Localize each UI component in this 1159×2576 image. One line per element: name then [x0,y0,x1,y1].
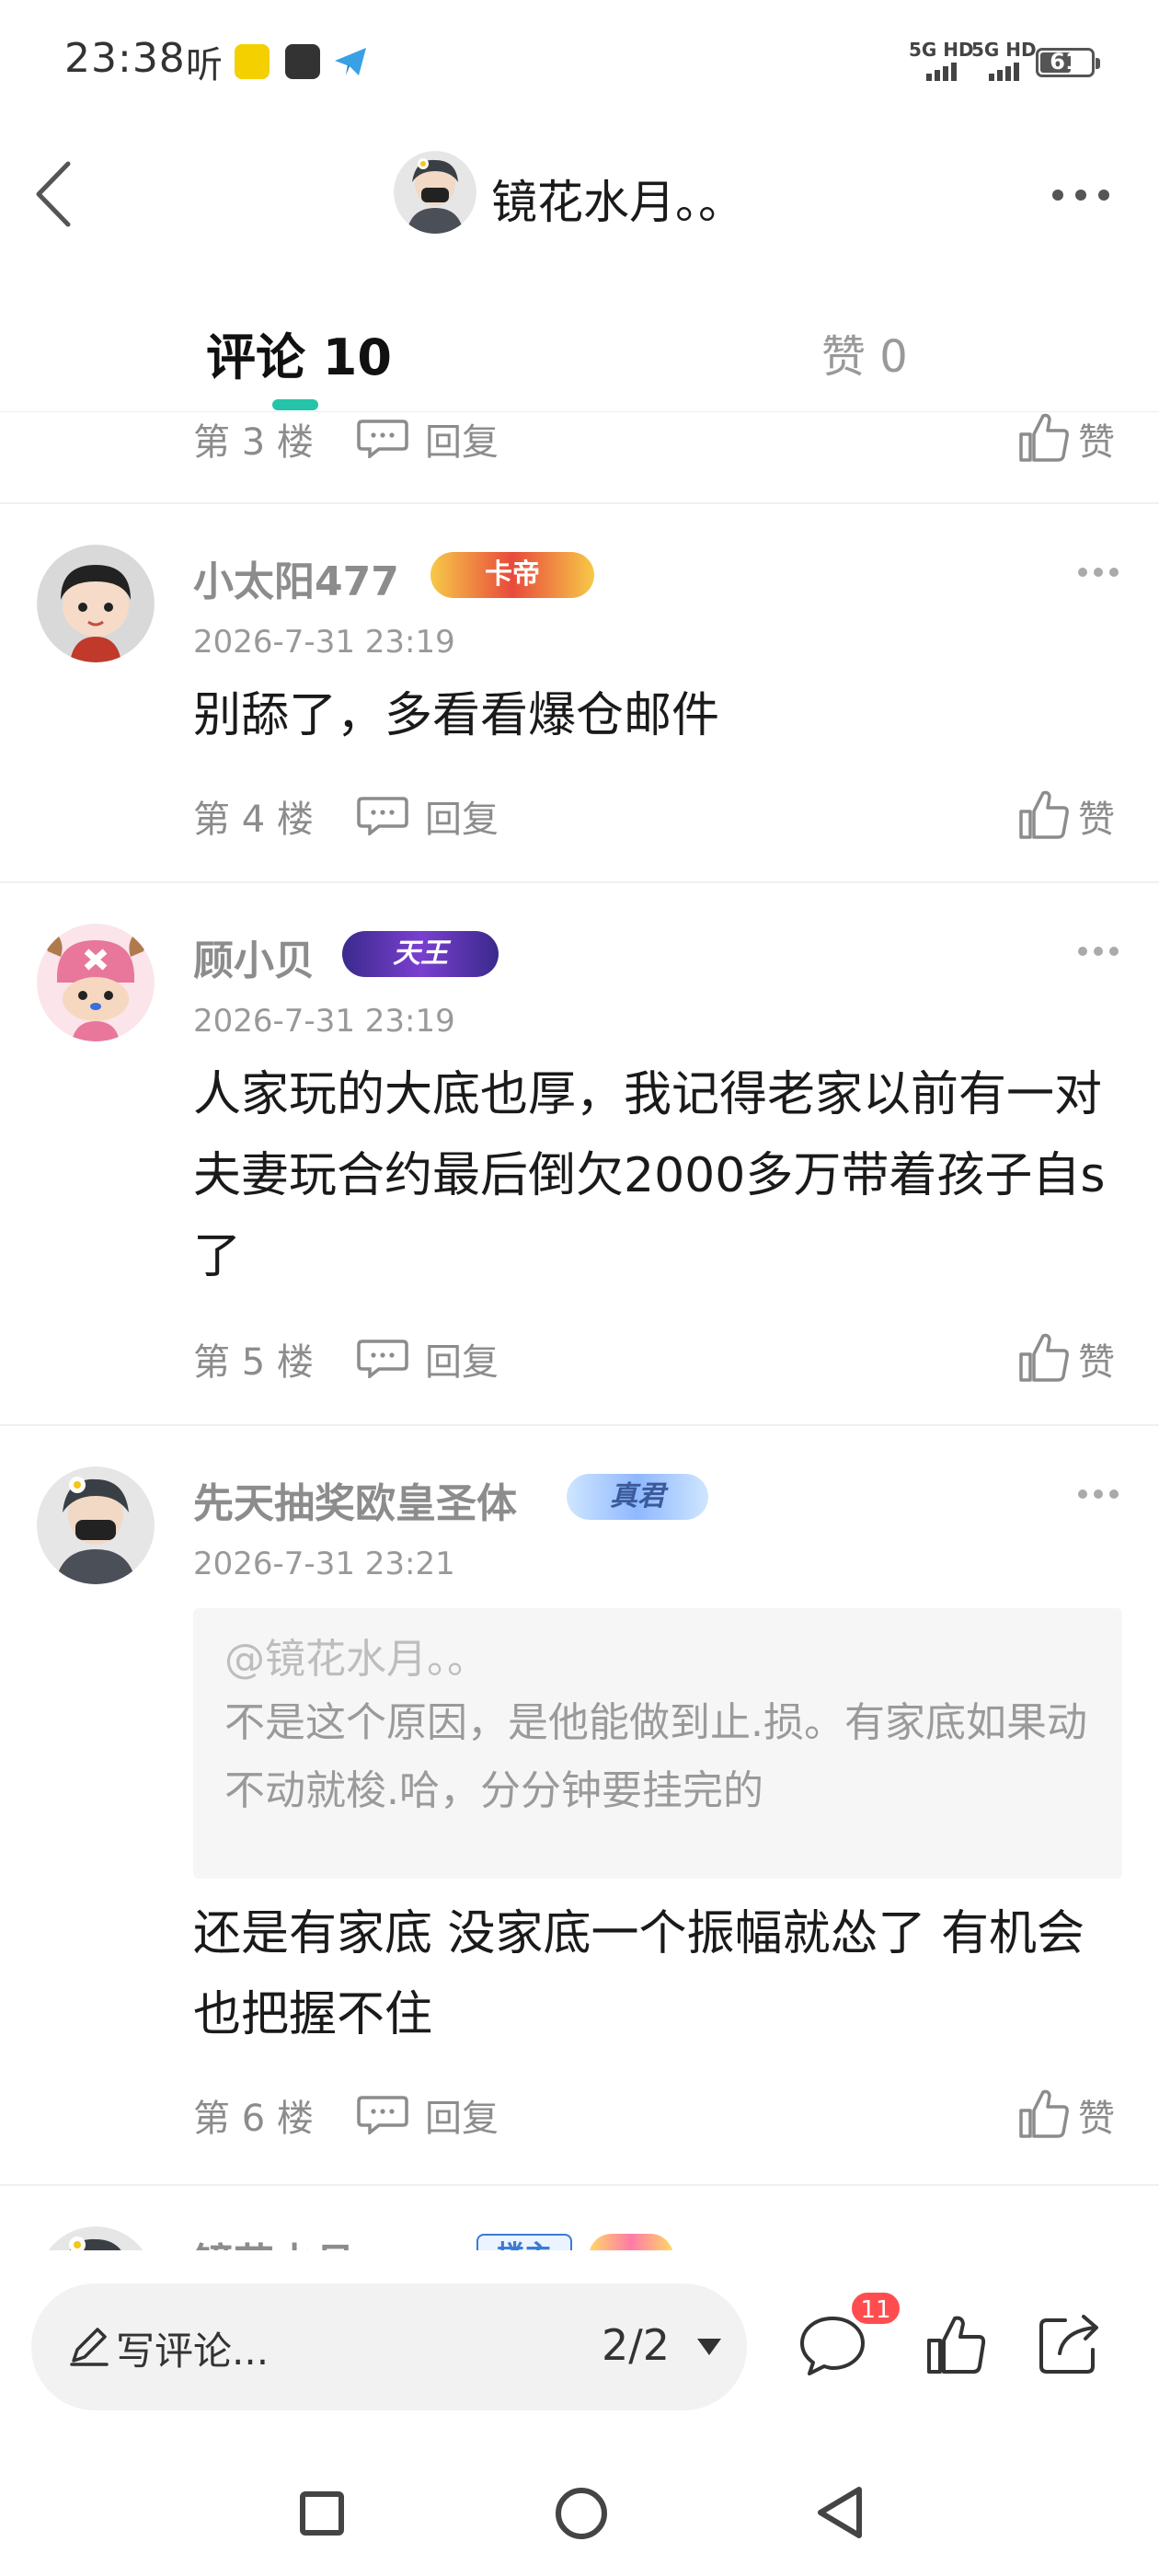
status-bar: 23:38 听 5G HD 5G HD 61 [0,0,1159,124]
username[interactable]: 小太阳477 [193,548,399,607]
floor-number: 第 5 楼 [193,1341,314,1384]
comment-text: 人家玩的大底也厚，我记得老家以前有一对夫妻玩合约最后倒欠2000多万带着孩子自s… [193,1067,1106,1284]
comment-item: 先天抽奖欧皇圣体 真君 2026-7-31 23:21 @镜花水月。。 不是这个… [0,1426,1159,2186]
app-notification-icon [235,44,270,79]
username[interactable]: 顾小贝 [193,927,315,986]
reply-icon[interactable] [357,1338,408,1380]
comment-count-badge: 11 [850,2291,901,2326]
back-triangle-icon[interactable] [813,2484,865,2541]
signal-icon: 5G HD [909,40,974,81]
comment-text: 还是有家底 没家底一个振幅就怂了 有机会也把握不住 [193,1906,1085,2042]
comment-item: 小太阳477 卡帝 2026-7-31 23:19 别舔了，多看看爆仓邮件 第 … [0,504,1159,883]
thumbs-up-icon[interactable] [1017,2087,1071,2140]
like-button[interactable]: 赞 [1078,789,1115,843]
floor-number: 第 6 楼 [193,2098,314,2140]
tab-active-indicator [272,399,318,410]
quoted-comment[interactable]: @镜花水月。。 不是这个原因，是他能做到止.损。有家底如果动不动就梭.哈，分分钟… [193,1608,1122,1879]
comment-text: 别舔了，多看看爆仓邮件 [193,688,720,743]
comment-item: 顾小贝 天王 2026-7-31 23:19 人家玩的大底也厚，我记得老家以前有… [0,883,1159,1426]
avatar[interactable] [37,1466,155,1584]
quote-mention[interactable]: @镜花水月。。 [224,1630,1091,1689]
chevron-left-icon[interactable] [31,160,77,228]
username[interactable]: 先天抽奖欧皇圣体 [193,1470,517,1529]
thumbs-up-icon[interactable] [925,2313,988,2375]
timestamp: 2026-7-31 23:21 [193,1546,455,1582]
recent-apps-icon[interactable] [300,2491,344,2536]
like-button[interactable]: 赞 [1078,412,1115,466]
comment-item: 第 3 楼 回复 赞 [0,412,1159,504]
comment-input[interactable]: 写评论... 2/2 [31,2283,747,2410]
floor-number: 第 4 楼 [193,799,314,841]
comment-more-icon[interactable] [1076,565,1120,578]
floor-number: 第 3 楼 [193,421,314,464]
level-badge: 卡帝 [430,552,594,598]
timestamp: 2026-7-31 23:19 [193,624,455,661]
reply-button[interactable]: 回复 [425,2088,499,2142]
page-indicator[interactable]: 2/2 [602,2320,670,2370]
avatar[interactable] [37,2226,155,2250]
more-horizontal-icon[interactable] [1049,184,1113,206]
listen-indicator: 听 [186,44,223,86]
battery-icon: 61 [1036,48,1100,77]
timestamp: 2026-7-31 23:19 [193,1003,455,1040]
reply-button[interactable]: 回复 [425,412,499,466]
pencil-icon [68,2324,110,2366]
op-badge: 楼主 [476,2234,572,2250]
thumbs-up-icon[interactable] [1017,788,1071,841]
caret-down-icon[interactable] [695,2337,723,2357]
like-button[interactable]: 赞 [1078,1332,1115,1386]
level-badge: 真君 [567,1474,708,1520]
share-icon[interactable] [1038,2311,1102,2375]
reply-icon[interactable] [357,795,408,837]
username[interactable]: 镜花水月 [193,2230,355,2250]
thumbs-up-icon[interactable] [1017,1330,1071,1384]
level-badge [589,2234,673,2250]
bottom-action-bar: 写评论... 2/2 11 [0,2250,1159,2434]
reply-button[interactable]: 回复 [425,789,499,843]
comment-more-icon[interactable] [1076,1487,1120,1500]
reply-button[interactable]: 回复 [425,1332,499,1386]
system-nav-bar [0,2434,1159,2576]
comment-item: 镜花水月 楼主 [0,2186,1159,2250]
avatar[interactable] [37,545,155,662]
like-button[interactable]: 赞 [1078,2088,1115,2142]
quote-text: 不是这个原因，是他能做到止.损。有家底如果动不动就梭.哈，分分钟要挂完的 [224,1699,1087,1814]
signal-icon: 5G HD [971,40,1037,81]
top-nav: 镜花水月。。 [0,138,1159,248]
send-notification-icon [333,44,368,79]
clock: 23:38 [64,35,186,82]
comment-input-placeholder[interactable]: 写评论... [116,2320,269,2376]
level-badge: 天王 [342,931,499,977]
thumbs-up-icon[interactable] [1017,412,1071,464]
tab-likes[interactable]: 赞 0 [821,320,908,385]
comment-list[interactable]: 第 3 楼 回复 赞 小太阳477 卡帝 2026-7-31 23:19 别舔了… [0,412,1159,2250]
tab-bar: 评论 10 赞 0 [0,304,1159,412]
page-title: 镜花水月。。 [491,176,744,229]
comment-bubble-icon[interactable] [798,2315,866,2377]
comment-more-icon[interactable] [1076,944,1120,957]
reply-icon[interactable] [357,2094,408,2136]
reply-icon[interactable] [357,418,408,460]
avatar[interactable] [394,151,476,234]
home-icon[interactable] [556,2488,607,2539]
tab-comments[interactable]: 评论 10 [206,316,392,389]
mail-notification-icon [285,44,320,79]
avatar[interactable] [37,924,155,1041]
